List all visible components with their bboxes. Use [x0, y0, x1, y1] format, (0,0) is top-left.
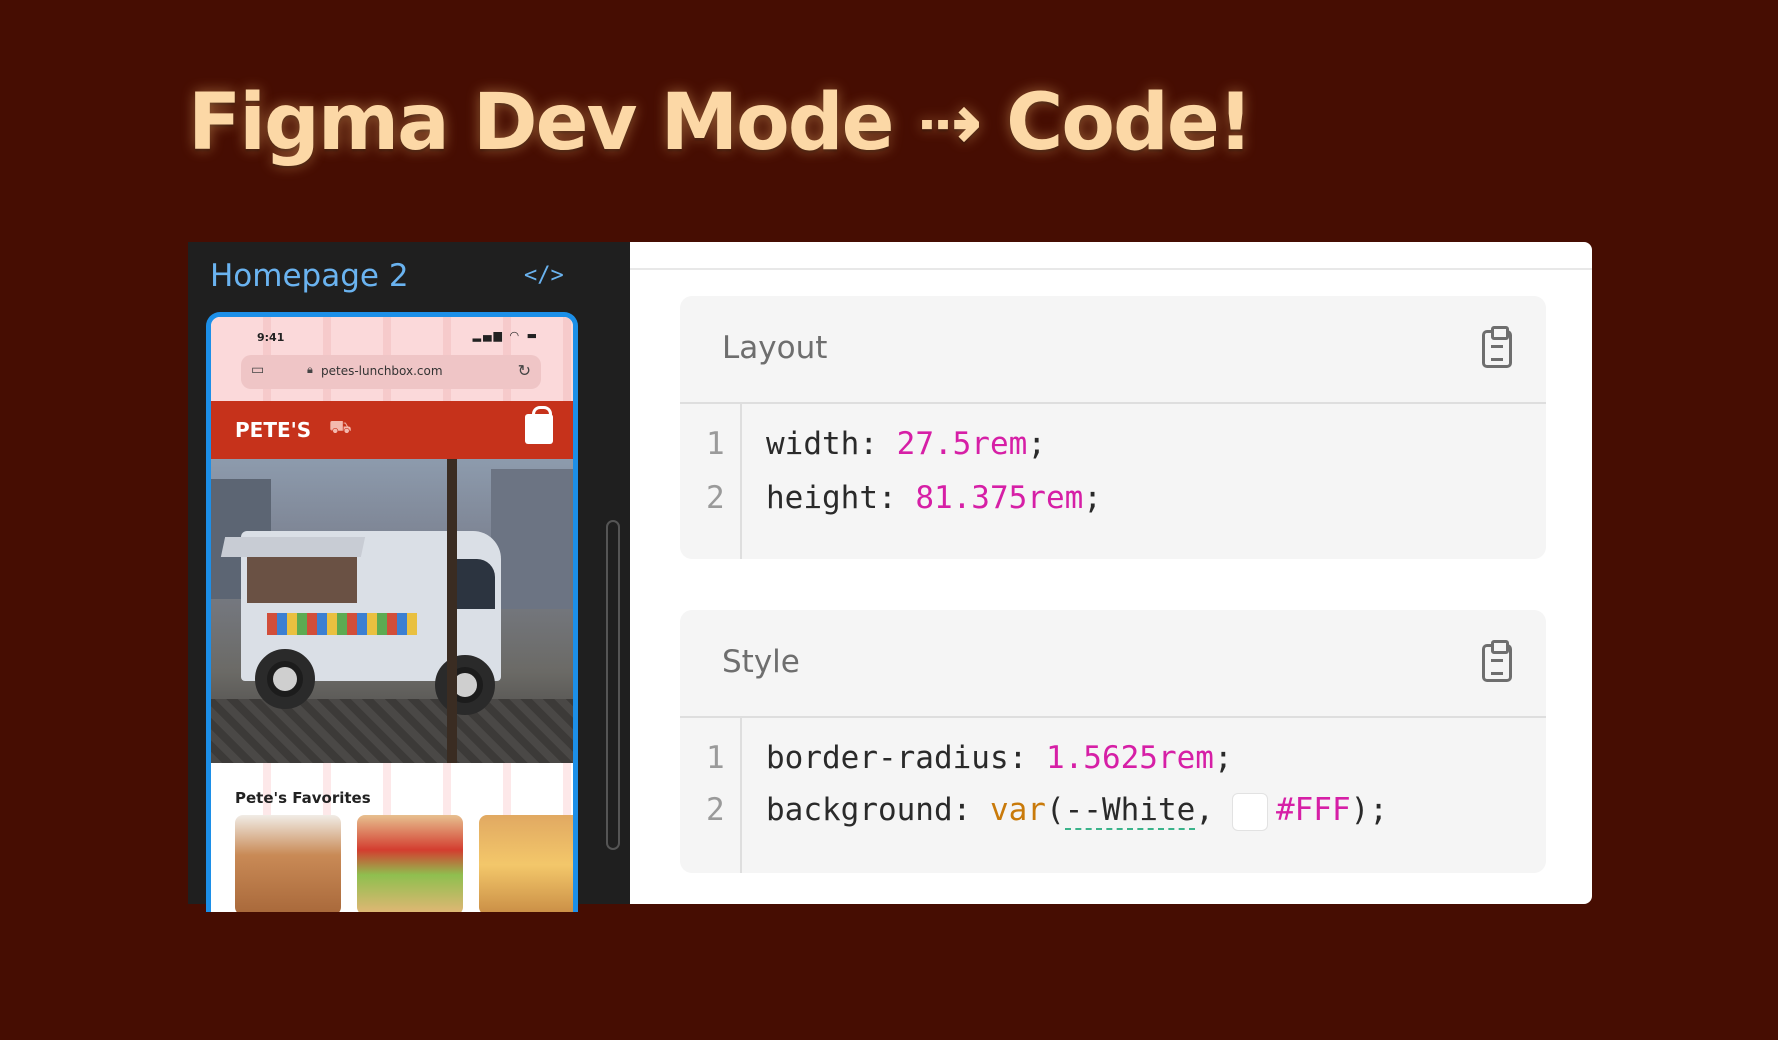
truck-serving-window — [247, 557, 357, 603]
css-function: var — [989, 792, 1046, 828]
hero-image-food-truck — [211, 459, 573, 763]
signal-wifi-battery-icon: ▂▄▆ ◠ ▬ — [472, 329, 539, 342]
brand-logo: PETE'S — [235, 418, 312, 442]
truck-wheel — [435, 655, 495, 715]
shopping-bag-icon — [525, 406, 553, 444]
browser-url-bar: ▭ 🔒︎ petes-lunchbox.com ↻ — [241, 355, 541, 389]
favorite-item-grilled-cheese — [479, 815, 573, 912]
code-line[interactable]: 2 background: var(--White, #FFF); — [680, 788, 1546, 832]
truck-stickers — [267, 613, 417, 635]
line-number: 2 — [706, 792, 725, 828]
lock-icon: 🔒︎ — [307, 363, 313, 376]
layout-section-title: Layout — [722, 330, 828, 366]
css-punct: ); — [1350, 792, 1388, 828]
css-punct: ; — [1083, 480, 1102, 516]
css-punct: , — [1195, 792, 1214, 828]
reload-icon: ↻ — [517, 361, 531, 380]
favorite-item-iced-coffee — [235, 815, 341, 912]
tree-trunk — [447, 459, 457, 763]
css-property: height: — [766, 480, 916, 516]
layout-section: Layout 1 width: 27.5rem; 2 height: 81.37… — [680, 296, 1546, 559]
code-line[interactable]: 1 width: 27.5rem; — [680, 422, 1546, 466]
sidewalk — [211, 699, 573, 763]
code-text: width: 27.5rem; — [766, 422, 1046, 466]
css-property: background: — [766, 792, 990, 828]
favorites-section: Pete's Favorites — [211, 763, 573, 912]
divider — [630, 268, 1592, 270]
frame-panel: Homepage 2 </> 9:41 ▂▄▆ ◠ ▬ ▭ 🔒︎ petes-l… — [188, 242, 630, 912]
css-value: 81.375rem — [915, 480, 1084, 516]
css-variable[interactable]: --White — [1064, 792, 1196, 830]
css-punct: ; — [1213, 740, 1233, 776]
css-property: border-radius: — [766, 740, 1046, 776]
clipboard-copy-icon[interactable] — [1482, 326, 1512, 368]
frame-preview[interactable]: 9:41 ▂▄▆ ◠ ▬ ▭ 🔒︎ petes-lunchbox.com ↻ P… — [206, 312, 578, 912]
building-shape — [491, 469, 573, 609]
phone-nav-bar: PETE'S ⛟ — [211, 401, 573, 459]
style-section-title: Style — [722, 644, 800, 680]
color-swatch[interactable] — [1231, 792, 1268, 831]
css-value: 27.5rem — [896, 426, 1028, 462]
phone-status-bar: 9:41 ▂▄▆ ◠ ▬ ▭ 🔒︎ petes-lunchbox.com ↻ — [211, 317, 573, 401]
css-property: width: — [766, 426, 897, 462]
style-section-header: Style — [680, 610, 1546, 718]
truck-wheel — [255, 649, 315, 709]
truck-icon: ⛟ — [329, 417, 352, 438]
code-text: border-radius: 1.5625rem; — [766, 736, 1233, 780]
status-time: 9:41 — [257, 331, 285, 344]
code-brackets-icon[interactable]: </> — [524, 262, 568, 290]
frame-title[interactable]: Homepage 2 — [210, 258, 409, 294]
headline: Figma Dev Mode ⇢ Code! — [188, 78, 1253, 168]
truck-awning — [220, 537, 366, 557]
favorite-item-sandwich — [357, 815, 463, 912]
css-punct: ( — [1045, 792, 1065, 828]
panel-scrollbar[interactable] — [606, 520, 620, 850]
line-number: 1 — [706, 426, 725, 462]
code-panel: Layout 1 width: 27.5rem; 2 height: 81.37… — [630, 242, 1592, 904]
css-punct: ; — [1027, 426, 1046, 462]
code-text: height: 81.375rem; — [766, 476, 1102, 520]
code-text: background: var(--White, #FFF); — [766, 788, 1388, 832]
code-line[interactable]: 2 height: 81.375rem; — [680, 476, 1546, 520]
clipboard-copy-icon[interactable] — [1482, 640, 1512, 682]
code-line[interactable]: 1 border-radius: 1.5625rem; — [680, 736, 1546, 780]
url-text: petes-lunchbox.com — [321, 364, 443, 378]
tabs-icon: ▭ — [251, 362, 265, 378]
favorites-title: Pete's Favorites — [235, 789, 371, 807]
style-section: Style 1 border-radius: 1.5625rem; 2 back… — [680, 610, 1546, 873]
css-value: #FFF — [1275, 792, 1351, 828]
css-value: 1.5625rem — [1045, 740, 1214, 776]
line-number: 1 — [706, 740, 725, 776]
line-number: 2 — [706, 480, 725, 516]
layout-section-header: Layout — [680, 296, 1546, 404]
